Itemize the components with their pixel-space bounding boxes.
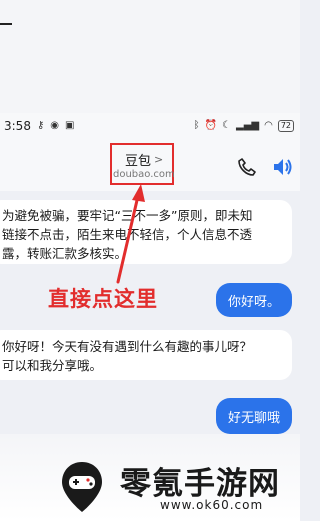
bluetooth-icon: ᛒ xyxy=(193,120,200,131)
moon-icon: ☾ xyxy=(222,120,231,131)
message-text-line: 可以和我分享哦。 xyxy=(2,358,103,373)
speaker-icon[interactable] xyxy=(272,156,292,178)
wifi-icon: ◠ xyxy=(264,120,273,131)
eye-icon: ◉ xyxy=(50,120,60,131)
bot-message-bubble: 为避免被骗，要牢记“三不一多”原则，即未知 链接不点击，陌生来电不轻信，个人信息… xyxy=(0,200,292,264)
chat-subtitle: doubao.com xyxy=(113,169,175,180)
chat-title: 豆包 xyxy=(125,154,152,169)
message-text-line: 为避免被骗，要牢记“三不一多”原则，即未知 xyxy=(2,208,253,223)
back-arrow-icon[interactable] xyxy=(0,14,14,34)
key-icon: ⚷ xyxy=(36,120,45,131)
gamepad-pin-logo-icon xyxy=(60,460,104,514)
status-bar: 3:58 ⚷ ◉ ▣ ᛒ ⏰ ☾ ▂▄▆ ◠ 72 xyxy=(0,113,300,139)
message-text-line: 露，转账汇款多核实。 xyxy=(2,246,128,261)
user-message-bubble: 好无聊哦 xyxy=(216,398,292,434)
user-message-bubble: 你好呀。 xyxy=(216,283,292,317)
bot-message-bubble: 你好呀！今天有没有遇到什么有趣的事儿呀？ 可以和我分享哦。 xyxy=(0,330,292,380)
top-blank-area xyxy=(0,0,300,113)
message-text: 好无聊哦 xyxy=(227,410,280,426)
bot-profile-link[interactable]: 豆包 > xyxy=(125,150,163,169)
message-text-line: 你好呀！今天有没有遇到什么有趣的事儿呀？ xyxy=(2,339,253,354)
status-time: 3:58 xyxy=(4,119,31,133)
battery-indicator: 72 xyxy=(277,120,294,132)
nfc-icon: ▣ xyxy=(65,120,75,131)
watermark-brand: 零氪手游网 xyxy=(120,466,280,502)
signal-icon: ▂▄▆ xyxy=(236,120,260,131)
alarm-icon: ⏰ xyxy=(204,120,218,131)
phone-icon[interactable] xyxy=(238,158,256,176)
watermark-url: www.ok60.com xyxy=(160,498,264,512)
message-text: 你好呀。 xyxy=(227,294,280,310)
annotation-label: 直接点这里 xyxy=(48,287,158,311)
message-text-line: 链接不点击，陌生来电不轻信，个人信息不透 xyxy=(2,227,253,242)
chevron-right-icon: > xyxy=(154,153,164,166)
